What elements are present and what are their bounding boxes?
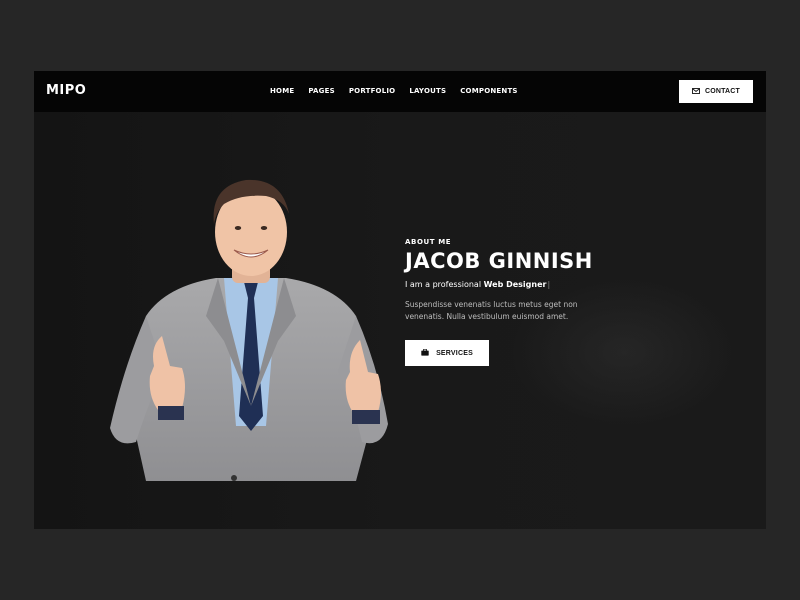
nav-pages[interactable]: PAGES (308, 85, 334, 97)
nav-components[interactable]: COMPONENTS (460, 85, 517, 97)
contact-button[interactable]: CONTACT (679, 80, 753, 103)
briefcase-icon (421, 348, 429, 358)
profile-role: I am a professional Web Designer| (405, 279, 550, 291)
site-logo[interactable]: MIPO (46, 83, 86, 99)
profile-name: JACOB GINNISH (405, 249, 593, 273)
nav-portfolio[interactable]: PORTFOLIO (349, 85, 395, 97)
services-label: SERVICES (436, 349, 473, 357)
contact-label: CONTACT (704, 88, 741, 95)
typing-cursor: | (547, 280, 551, 289)
role-highlight: Web Designer (483, 280, 547, 289)
website-frame: MIPO HOME PAGES PORTFOLIO LAYOUTS COMPON… (34, 71, 766, 529)
envelope-icon (691, 87, 700, 96)
site-header: MIPO HOME PAGES PORTFOLIO LAYOUTS COMPON… (34, 71, 766, 112)
section-eyebrow: ABOUT ME (405, 238, 452, 246)
profile-photo (106, 166, 396, 486)
main-nav: HOME PAGES PORTFOLIO LAYOUTS COMPONENTS (270, 85, 532, 97)
hero-section: ABOUT ME JACOB GINNISH I am a profession… (34, 112, 766, 529)
nav-home[interactable]: HOME (270, 85, 294, 97)
services-button[interactable]: SERVICES (405, 340, 489, 366)
nav-layouts[interactable]: LAYOUTS (409, 85, 446, 97)
profile-description: Suspendisse venenatis luctus metus eget … (405, 300, 578, 321)
role-prefix: I am a professional (405, 280, 484, 289)
